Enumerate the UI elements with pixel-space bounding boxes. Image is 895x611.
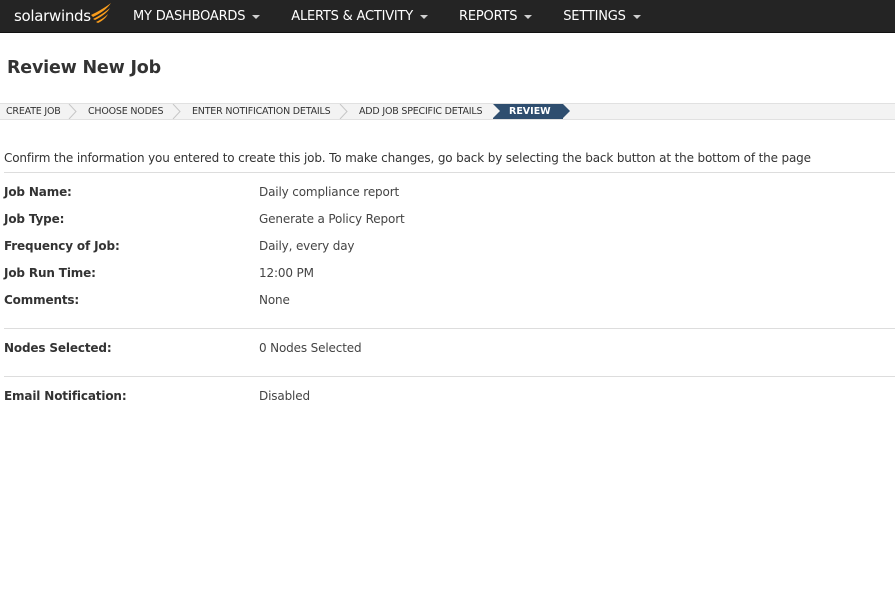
- divider: [4, 172, 895, 173]
- menu-label: MY DASHBOARDS: [133, 9, 246, 24]
- caret-down-icon: [252, 15, 261, 19]
- job-name-value: Daily compliance report: [259, 185, 400, 199]
- job-name-label: Job Name:: [4, 185, 72, 199]
- chevron-right-icon: [172, 104, 181, 119]
- menu-label: REPORTS: [459, 9, 518, 24]
- wizard-step-choose-nodes[interactable]: CHOOSE NODES: [88, 104, 164, 119]
- run-time-value: 12:00 PM: [259, 266, 314, 280]
- job-type-label: Job Type:: [4, 212, 65, 226]
- nodes-selected-label: Nodes Selected:: [4, 341, 112, 355]
- menu-label: SETTINGS: [563, 9, 626, 24]
- wizard-step-review: REVIEW: [493, 104, 570, 119]
- job-type-value: Generate a Policy Report: [259, 212, 405, 226]
- comments-value: None: [259, 293, 290, 307]
- caret-down-icon: [420, 15, 429, 19]
- chevron-right-icon: [339, 104, 348, 119]
- frequency-value: Daily, every day: [259, 239, 355, 253]
- caret-down-icon: [524, 15, 533, 19]
- chevron-right-icon: [68, 104, 77, 119]
- divider: [4, 376, 895, 377]
- page-title: Review New Job: [7, 58, 161, 78]
- nodes-selected-value: 0 Nodes Selected: [259, 341, 362, 355]
- logo-text: solarwinds: [14, 7, 91, 25]
- review-instructions: Confirm the information you entered to c…: [4, 151, 811, 165]
- menu-settings[interactable]: SETTINGS: [552, 0, 651, 33]
- wizard-step-job-specific-details[interactable]: ADD JOB SPECIFIC DETAILS: [359, 104, 482, 119]
- run-time-label: Job Run Time:: [4, 266, 96, 280]
- divider: [4, 328, 895, 329]
- caret-down-icon: [632, 15, 641, 19]
- menu-label: ALERTS & ACTIVITY: [291, 9, 414, 24]
- frequency-label: Frequency of Job:: [4, 239, 120, 253]
- email-notification-label: Email Notification:: [4, 389, 127, 403]
- top-navigation-bar: solarwinds MY DASHBOARDS ALERTS & ACTIVI…: [0, 0, 895, 33]
- wizard-step-notification-details[interactable]: ENTER NOTIFICATION DETAILS: [192, 104, 331, 119]
- menu-my-dashboards[interactable]: MY DASHBOARDS: [122, 0, 271, 33]
- menu-reports[interactable]: REPORTS: [448, 0, 543, 33]
- comments-label: Comments:: [4, 293, 80, 307]
- solarwinds-flame-icon: [90, 3, 111, 23]
- wizard-step-create-job[interactable]: CREATE JOB: [6, 104, 61, 119]
- main-menu: MY DASHBOARDS ALERTS & ACTIVITY REPORTS …: [122, 0, 661, 33]
- solarwinds-logo[interactable]: solarwinds: [14, 3, 113, 27]
- wizard-steps: CREATE JOB CHOOSE NODES ENTER NOTIFICATI…: [0, 103, 895, 120]
- menu-alerts-activity[interactable]: ALERTS & ACTIVITY: [280, 0, 439, 33]
- email-notification-value: Disabled: [259, 389, 310, 403]
